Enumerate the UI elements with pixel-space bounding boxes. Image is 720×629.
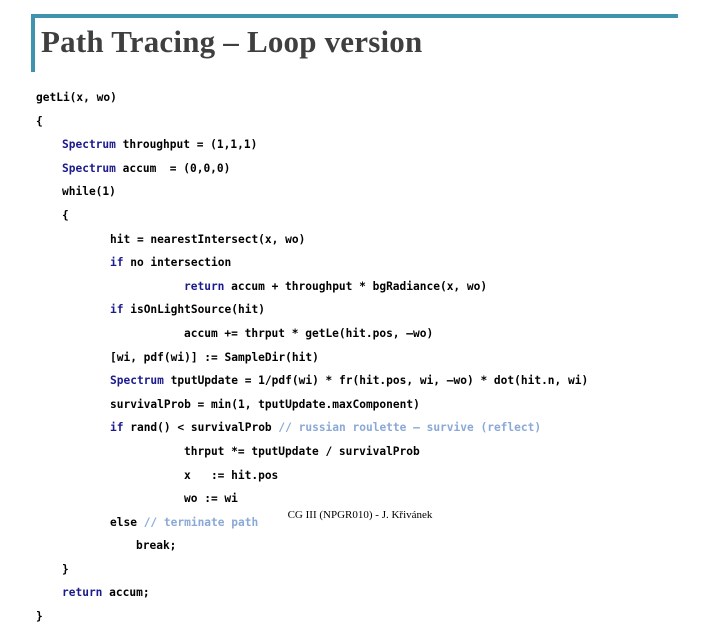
code-line: if no intersection [36, 251, 708, 275]
code-text: } [62, 562, 69, 576]
code-text: break; [136, 539, 177, 553]
code-line: accum += thrput * getLe(hit.pos, –wo) [36, 322, 708, 346]
code-line: return accum; [36, 581, 708, 605]
code-keyword: if [110, 303, 124, 317]
code-text: accum; [102, 586, 150, 600]
code-text: thrput *= tputUpdate / survivalProb [184, 444, 420, 458]
code-text: { [36, 114, 43, 128]
code-line: if isOnLightSource(hit) [36, 298, 708, 322]
code-text: accum + throughput * bgRadiance(x, wo) [224, 279, 488, 293]
slide-footer: CG III (NPGR010) - J. Křivánek [287, 509, 433, 521]
code-line: Spectrum accum = (0,0,0) [36, 157, 708, 181]
code-text: getLi(x, wo) [36, 91, 117, 104]
code-line: { [36, 110, 708, 134]
code-keyword: Spectrum [110, 374, 164, 388]
code-line: hit = nearestIntersect(x, wo) [36, 228, 708, 252]
code-line: thrput *= tputUpdate / survivalProb [36, 440, 708, 464]
code-line: [wi, pdf(wi)] := SampleDir(hit) [36, 346, 708, 370]
code-keyword: return [184, 279, 225, 293]
page-title: Path Tracing – Loop version [41, 24, 423, 59]
code-line: if rand() < survivalProb // russian roul… [36, 416, 708, 440]
code-keyword: if [110, 421, 124, 435]
code-text: [wi, pdf(wi)] := SampleDir(hit) [110, 350, 319, 364]
code-line: } [36, 605, 708, 629]
slide-canvas: Path Tracing – Loop version getLi(x, wo)… [0, 0, 720, 623]
code-line: { [36, 204, 708, 228]
code-line: break; [36, 534, 708, 558]
code-text: accum = (0,0,0) [115, 161, 231, 175]
code-text: hit = nearestIntersect(x, wo) [110, 232, 306, 246]
code-comment: // russian roulette – survive (reflect) [278, 421, 542, 435]
code-line: getLi(x, wo) [36, 86, 708, 110]
code-text: { [62, 208, 69, 222]
code-keyword: return [62, 586, 103, 600]
code-line: wo := wi [36, 487, 708, 511]
code-text: survivalProb = min(1, tputUpdate.maxComp… [110, 397, 420, 411]
code-text: x := hit.pos [184, 468, 279, 482]
code-text: while(1) [62, 185, 116, 199]
code-line: x := hit.pos [36, 464, 708, 488]
code-text: } [36, 610, 43, 624]
code-keyword: Spectrum [62, 161, 116, 175]
code-text: accum += thrput * getLe(hit.pos, –wo) [184, 326, 434, 340]
code-line: survivalProb = min(1, tputUpdate.maxComp… [36, 393, 708, 417]
code-text: tputUpdate = 1/pdf(wi) * fr(hit.pos, wi,… [163, 374, 589, 388]
code-text: no intersection [123, 256, 232, 270]
code-listing: getLi(x, wo) { Spectrum throughput = (1,1,… [36, 86, 708, 629]
code-text: isOnLightSource(hit) [123, 303, 265, 317]
code-line: Spectrum throughput = (1,1,1) [36, 133, 708, 157]
code-text: throughput = (1,1,1) [115, 138, 258, 152]
code-text: rand() < survivalProb [123, 421, 279, 435]
code-keyword: if [110, 256, 124, 270]
code-keyword: Spectrum [62, 138, 116, 152]
code-text: wo := wi [184, 492, 238, 506]
code-line: } [36, 558, 708, 582]
code-line: return accum + throughput * bgRadiance(x… [36, 275, 708, 299]
code-line: Spectrum tputUpdate = 1/pdf(wi) * fr(hit… [36, 369, 708, 393]
code-line: while(1) [36, 180, 708, 204]
